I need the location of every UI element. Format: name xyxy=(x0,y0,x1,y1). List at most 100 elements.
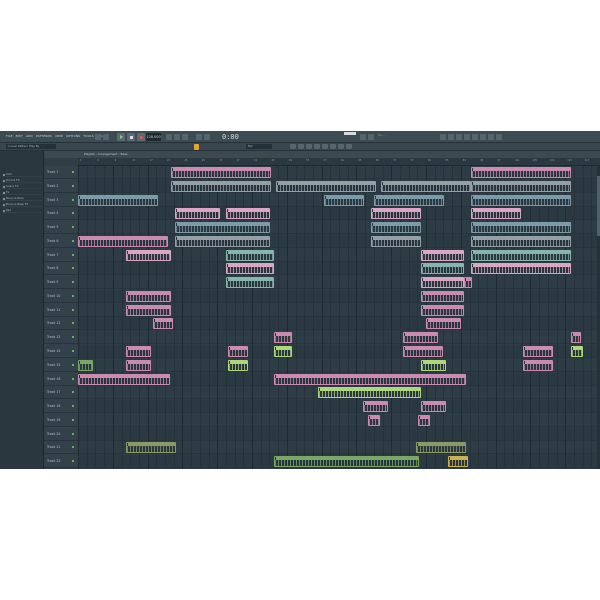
track-header[interactable]: Track 21 xyxy=(44,441,78,455)
mixer-icon[interactable] xyxy=(464,134,470,140)
play-button[interactable] xyxy=(117,133,125,141)
track-enable-led[interactable] xyxy=(72,377,74,380)
track-enable-led[interactable] xyxy=(72,294,74,297)
stop-button[interactable] xyxy=(127,133,135,141)
pattern-clip[interactable] xyxy=(571,332,581,344)
pattern-clip[interactable] xyxy=(371,235,421,247)
track-header[interactable]: Track 12 xyxy=(44,317,78,331)
pattern-clip[interactable] xyxy=(471,249,571,261)
track-header[interactable]: Track 7 xyxy=(44,249,78,262)
pattern-clip[interactable] xyxy=(416,442,466,454)
track-header[interactable]: Track 17 xyxy=(44,386,78,400)
render-icon[interactable] xyxy=(496,134,502,140)
track-enable-led[interactable] xyxy=(72,405,74,408)
track-header[interactable]: Track 13 xyxy=(44,331,78,345)
track-enable-led[interactable] xyxy=(72,446,74,449)
track-header[interactable]: Track 3 xyxy=(44,194,78,207)
redo-icon[interactable] xyxy=(368,134,374,140)
pattern-clip[interactable] xyxy=(126,249,171,261)
tempo-display[interactable]: 128.000 xyxy=(146,133,161,141)
track-header[interactable]: Track 18 xyxy=(44,400,78,414)
menu-item[interactable]: ADD xyxy=(26,134,33,138)
track-enable-led[interactable] xyxy=(72,212,74,215)
track-header[interactable]: Track 1 xyxy=(44,166,78,179)
track-header[interactable]: Track 8 xyxy=(44,262,78,276)
track-enable-led[interactable] xyxy=(72,336,74,339)
track-enable-led[interactable] xyxy=(72,432,74,435)
track-enable-led[interactable] xyxy=(72,198,74,201)
timeline-ruler[interactable]: 1 5 9 13 17 21 25 29 33 37 41 45 49 53 57 61 65 69 73 77 81 8… xyxy=(78,158,600,166)
step-edit-icon[interactable] xyxy=(196,134,202,140)
pattern-clip[interactable] xyxy=(374,194,444,206)
pattern-clip[interactable] xyxy=(418,414,430,426)
draw-tool-icon[interactable] xyxy=(290,144,296,149)
track-enable-led[interactable] xyxy=(72,308,74,311)
track-header[interactable]: Track 5 xyxy=(44,221,78,235)
pattern-clip[interactable] xyxy=(471,208,521,220)
pattern-selector[interactable]: (none) Pattern Play By xyxy=(6,144,56,149)
delete-tool-icon[interactable] xyxy=(306,144,312,149)
channel-rack-icon[interactable] xyxy=(456,134,462,140)
zoom-tool-icon[interactable] xyxy=(338,144,344,149)
piano-roll-icon[interactable] xyxy=(448,134,454,140)
browser-icon[interactable] xyxy=(472,134,478,140)
menu-item[interactable]: EDIT xyxy=(16,134,23,138)
pattern-clip[interactable] xyxy=(175,208,220,220)
pattern-clip[interactable] xyxy=(421,401,446,413)
track-header[interactable]: Track 9 xyxy=(44,276,78,290)
track-header[interactable]: Track 11 xyxy=(44,304,78,317)
pattern-clip[interactable] xyxy=(226,208,270,220)
pattern-clip[interactable] xyxy=(78,235,168,247)
pattern-clip[interactable] xyxy=(153,318,173,330)
pattern-clip[interactable] xyxy=(318,387,421,399)
playlist-grid[interactable] xyxy=(78,166,600,469)
pattern-clip[interactable] xyxy=(371,208,421,220)
playback-tool-icon[interactable] xyxy=(346,144,352,149)
pattern-clip[interactable] xyxy=(126,359,151,371)
browser-item[interactable]: Bounce Rare xyxy=(2,196,42,201)
pattern-clip[interactable] xyxy=(274,346,292,357)
track-enable-led[interactable] xyxy=(72,267,74,270)
browser-item[interactable]: Kick xyxy=(2,172,42,177)
pattern-clip[interactable] xyxy=(78,373,170,385)
browser-item[interactable]: Fx xyxy=(2,190,42,195)
pattern-clip[interactable] xyxy=(126,346,151,357)
pattern-clip[interactable] xyxy=(403,346,443,357)
track-header[interactable]: Track 20 xyxy=(44,428,78,441)
track-enable-led[interactable] xyxy=(72,350,74,352)
pattern-clip[interactable] xyxy=(523,346,553,357)
track-enable-led[interactable] xyxy=(72,253,74,256)
browser-item[interactable]: Bounce Bass FX xyxy=(2,202,42,207)
track-header[interactable]: Track 4 xyxy=(44,207,78,221)
track-enable-led[interactable] xyxy=(72,281,74,284)
select-tool-icon[interactable] xyxy=(330,144,336,149)
pattern-clip[interactable] xyxy=(571,346,583,357)
pattern-clip[interactable] xyxy=(226,277,274,289)
pattern-clip[interactable] xyxy=(228,359,248,371)
pattern-clip[interactable] xyxy=(471,263,571,275)
pattern-clip[interactable] xyxy=(523,359,553,371)
plugin-picker-icon[interactable] xyxy=(480,134,486,140)
menu-item[interactable]: OPTIONS xyxy=(66,134,80,138)
pattern-clip[interactable] xyxy=(175,235,270,247)
pattern-clip[interactable] xyxy=(228,346,248,357)
pattern-clip[interactable] xyxy=(403,332,438,344)
pattern-clip[interactable] xyxy=(126,290,171,302)
wait-icon[interactable] xyxy=(166,134,172,140)
track-enable-led[interactable] xyxy=(72,226,74,229)
menu-item[interactable]: PATTERNS xyxy=(36,134,52,138)
pattern-clip[interactable] xyxy=(421,359,446,371)
track-header[interactable]: Track 15 xyxy=(44,359,78,372)
pattern-clip[interactable] xyxy=(324,194,364,206)
menu-item[interactable]: VIEW xyxy=(55,134,63,138)
track-enable-led[interactable] xyxy=(72,239,74,242)
pattern-clip[interactable] xyxy=(126,304,171,316)
snap-selector[interactable]: Bar xyxy=(246,144,272,149)
pattern-clip[interactable] xyxy=(226,249,274,261)
pattern-clip[interactable] xyxy=(171,167,271,178)
pattern-clip[interactable] xyxy=(371,222,421,234)
track-enable-led[interactable] xyxy=(72,363,74,366)
track-enable-led[interactable] xyxy=(72,460,74,463)
undo-icon[interactable] xyxy=(360,134,366,140)
track-header[interactable]: Track 19 xyxy=(44,414,78,427)
